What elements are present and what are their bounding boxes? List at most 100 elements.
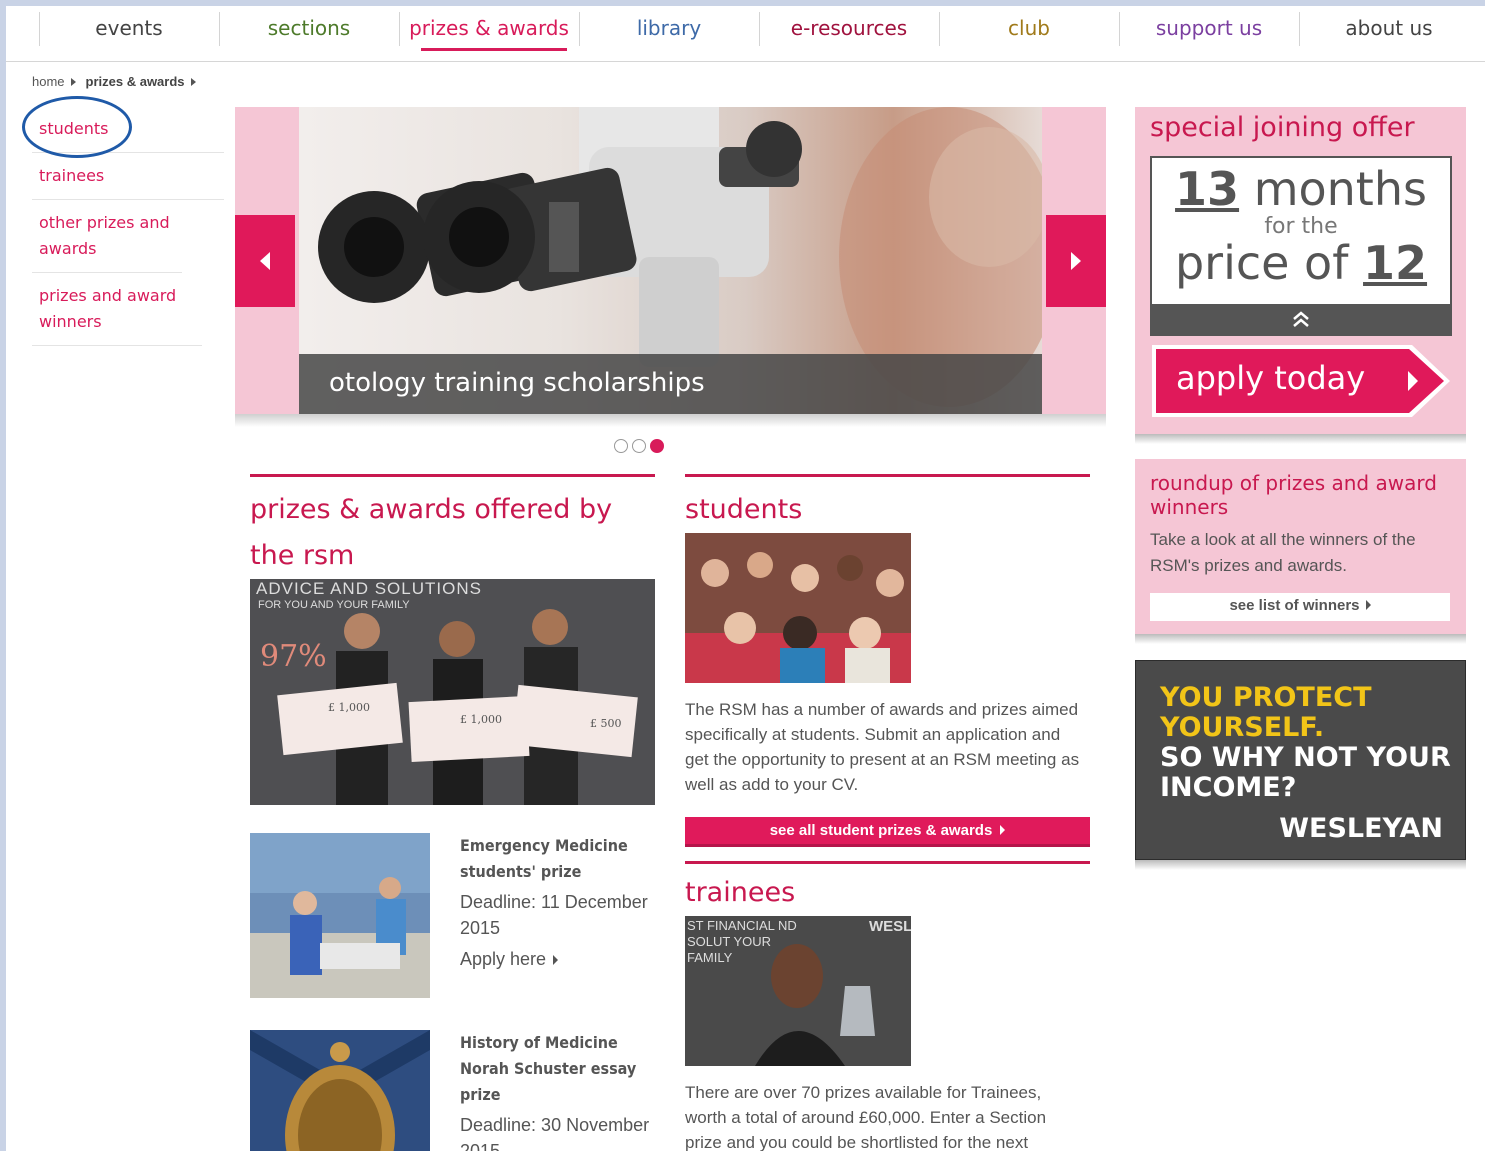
double-chevron-up-icon	[1293, 311, 1309, 327]
roundup-text: Take a look at all the winners of the RS…	[1150, 530, 1416, 575]
apply-here-link[interactable]: Apply here	[460, 949, 655, 970]
nav-prizes-awards[interactable]: prizes & awards	[399, 6, 579, 62]
chevron-left-icon	[260, 252, 270, 270]
nav-label: e-resources	[790, 16, 908, 40]
prize-item-emergency: Emergency Medicine students' prize Deadl…	[460, 833, 655, 970]
offer-title: special joining offer	[1150, 112, 1415, 143]
nav-club[interactable]: club	[939, 6, 1119, 62]
nav-label: sections	[267, 16, 351, 40]
offer-shadow	[1135, 434, 1466, 444]
see-list-of-winners-button[interactable]: see list of winners	[1150, 593, 1450, 621]
trainee-figure	[755, 944, 875, 1066]
nav-label: club	[1008, 16, 1050, 40]
wesleyan-advert[interactable]: YOU PROTECT YOURSELF. SO WHY NOT YOUR IN…	[1135, 660, 1466, 860]
carousel-shadow	[235, 414, 1106, 427]
nav-e-resources[interactable]: e-resources	[759, 6, 939, 62]
carousel-dot-1[interactable]	[614, 439, 628, 453]
carousel-dots	[614, 439, 664, 453]
trainee-award-photo[interactable]: ST FINANCIAL ND SOLUT YOUR FAMILY WESL	[685, 916, 911, 1066]
students-title: students	[685, 494, 803, 525]
leftnav-trainees[interactable]: trainees	[32, 153, 224, 200]
prize-item-history: History of Medicine Norah Schuster essay…	[460, 1030, 655, 1151]
ad-shadow	[1135, 860, 1466, 870]
nav-support-us[interactable]: support us	[1119, 6, 1299, 62]
breadcrumb-current[interactable]: prizes & awards	[86, 74, 185, 89]
leftnav-other-prizes[interactable]: other prizes and awards	[32, 200, 182, 273]
nav-label: support us	[1155, 16, 1263, 40]
roundup-panel: roundup of prizes and award winners Take…	[1135, 459, 1466, 634]
nav-about-us[interactable]: about us	[1299, 6, 1479, 62]
nav-label: prizes & awards	[409, 16, 569, 40]
emergency-scene	[250, 833, 430, 998]
students-column: students The RSM has a number of awards …	[685, 474, 1090, 1151]
cheque-amount-3: £ 500	[590, 717, 622, 730]
history-medicine-medal-photo[interactable]	[250, 1030, 430, 1151]
cheque-amount-2: £ 1,000	[460, 713, 502, 726]
prizes-column: prizes & awards offered by the rsm ADVIC…	[250, 474, 655, 1151]
nav-label: about us	[1345, 16, 1433, 40]
audience-scene	[685, 533, 911, 683]
see-all-student-prizes-label: see all student prizes & awards	[769, 822, 993, 839]
chevron-right-icon	[553, 955, 559, 965]
offer-months-number: 13	[1175, 162, 1240, 216]
annotation-circle	[22, 96, 132, 158]
prize-title[interactable]: Emergency Medicine students' prize	[460, 833, 655, 885]
offer-expand-bar[interactable]	[1152, 304, 1450, 334]
carousel-dot-2[interactable]	[632, 439, 646, 453]
cheque-amount-1: £ 1,000	[328, 701, 370, 714]
hero-carousel: otology training scholarships	[235, 107, 1106, 427]
offer-months-word: months	[1253, 162, 1427, 216]
leftnav-award-winners[interactable]: prizes and award winners	[32, 273, 202, 346]
chevron-right-icon	[1365, 600, 1371, 610]
nav-events[interactable]: events	[39, 6, 219, 62]
offer-line-3: price of 12	[1152, 236, 1450, 290]
joining-offer-panel: special joining offer 13 months for the …	[1135, 107, 1466, 434]
nav-label: library	[636, 16, 702, 40]
chevron-right-icon	[1000, 825, 1006, 835]
offer-price-number: 12	[1363, 236, 1428, 290]
prizes-column-title: prizes & awards offered by the rsm	[250, 494, 613, 571]
carousel-prev-button[interactable]	[235, 215, 295, 307]
see-list-of-winners-label: see list of winners	[1229, 597, 1360, 614]
apply-today-button[interactable]: apply today	[1152, 345, 1452, 417]
nav-library[interactable]: library	[579, 6, 759, 62]
students-audience-photo[interactable]	[685, 533, 911, 683]
apply-here-label: Apply here	[460, 949, 547, 969]
breadcrumb: home prizes & awards	[32, 74, 206, 89]
breadcrumb-home[interactable]: home	[32, 74, 65, 89]
apply-today-label: apply today	[1176, 359, 1366, 397]
emergency-medicine-photo[interactable]	[250, 833, 430, 998]
prize-deadline: Deadline: 11 December 2015	[460, 892, 648, 938]
top-nav: events sections prizes & awards library …	[6, 6, 1485, 62]
ad-brand-logo: WESLEYAN	[1279, 813, 1443, 844]
carousel-dot-3[interactable]	[650, 439, 664, 453]
students-text: The RSM has a number of awards and prize…	[685, 700, 1080, 794]
prize-title[interactable]: History of Medicine Norah Schuster essay…	[460, 1030, 655, 1108]
offer-line-1: 13 months	[1152, 162, 1450, 216]
section-rule	[685, 861, 1090, 864]
chevron-right-icon	[190, 77, 196, 86]
ad-yellow-text: YOU PROTECT YOURSELF.	[1160, 682, 1372, 743]
section-rule	[250, 474, 655, 477]
carousel-caption-text: otology training scholarships	[329, 368, 705, 398]
carousel-caption[interactable]: otology training scholarships	[299, 354, 1042, 414]
roundup-title: roundup of prizes and award winners	[1150, 471, 1437, 519]
trainees-title: trainees	[685, 877, 796, 908]
trainees-text: There are over 70 prizes available for T…	[685, 1083, 1047, 1151]
ad-white-text: SO WHY NOT YOUR INCOME?	[1160, 742, 1451, 803]
medal-icon	[250, 1030, 430, 1151]
offer-price-word: price of	[1174, 236, 1349, 290]
prize-winners-photo: ADVICE AND SOLUTIONS FOR YOU AND YOUR FA…	[250, 579, 655, 805]
roundup-shadow	[1135, 634, 1466, 644]
carousel-next-button[interactable]	[1046, 215, 1106, 307]
see-all-student-prizes-button[interactable]: see all student prizes & awards	[685, 817, 1090, 847]
chevron-right-icon	[1071, 252, 1081, 270]
page: events sections prizes & awards library …	[6, 6, 1485, 1151]
nav-sections[interactable]: sections	[219, 6, 399, 62]
offer-box: 13 months for the price of 12	[1150, 156, 1452, 336]
nav-label: events	[95, 16, 163, 40]
section-rule	[685, 474, 1090, 477]
prize-deadline: Deadline: 30 November 2015	[460, 1115, 650, 1151]
chevron-right-icon	[70, 77, 76, 86]
